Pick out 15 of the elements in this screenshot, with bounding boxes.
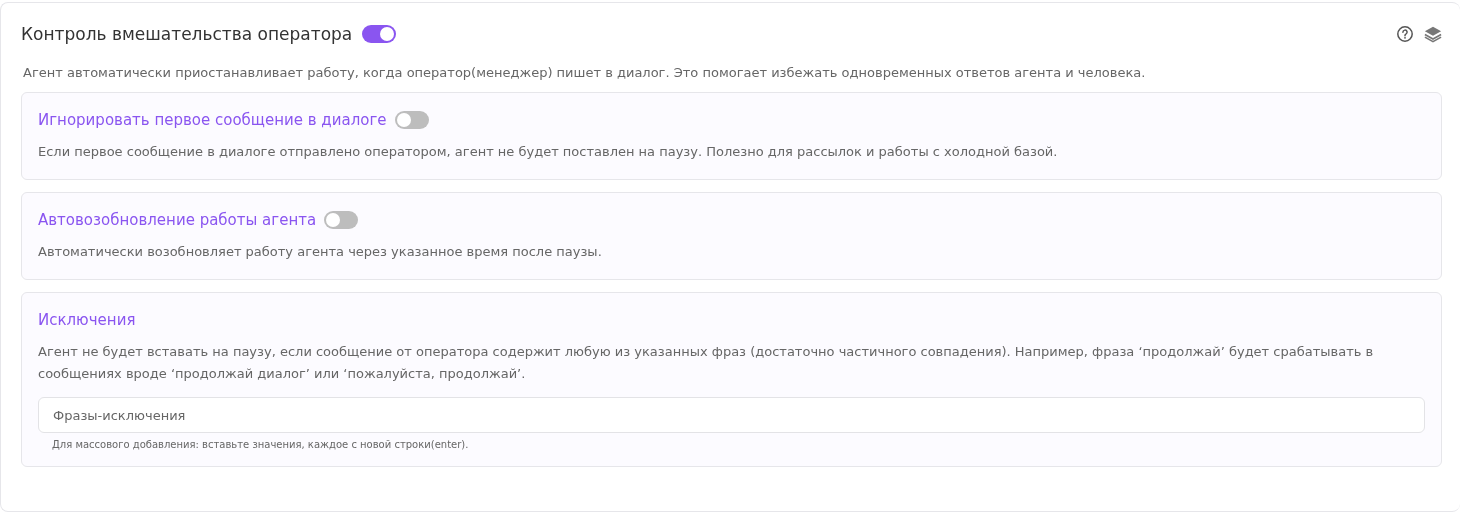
option-title: Игнорировать первое сообщение в диалоге — [38, 111, 387, 129]
option-description: Автоматически возобновляет работу агента через указанное время после паузы. — [38, 243, 603, 261]
toggle-switch[interactable] — [362, 25, 397, 43]
option-description: Если первое сообщение в диалоге отправлено оператором, агент не будет поставлен на паузу. Полезно для рассылок и работы с холодной базой. — [38, 143, 1059, 161]
option-title: Автовозобновление работы агента — [38, 211, 317, 229]
section-description: Агент автоматически приостанавливает работу, когда оператор(менеджер) пишет в диалог. Это помогает избежать одновременных ответов агента и человека. — [23, 65, 1147, 80]
section-title: Контроль вмешательства оператора — [21, 24, 353, 44]
toggle-switch[interactable] — [324, 211, 359, 229]
input-hint: Для массового добавления: вставьте значения, каждое с новой строки(enter). — [52, 439, 470, 450]
toggle-switch[interactable] — [394, 111, 429, 129]
help-icon[interactable] — [1396, 25, 1414, 43]
layers-icon[interactable] — [1424, 25, 1442, 43]
phrases-input[interactable]: Фразы-исключения — [38, 397, 1425, 433]
option-description: Агент не будет вставать на паузу, если сообщение от оператора содержит любую из указанных фраз (достаточно частичного совпадения). Например, фраза ‘продолжай’ будет срабатывать в сообщениях вроде ‘продолжай диалог’ или ‘пожалуйста, продолжай’. — [38, 343, 1375, 383]
option-title: Исключения — [38, 311, 136, 329]
